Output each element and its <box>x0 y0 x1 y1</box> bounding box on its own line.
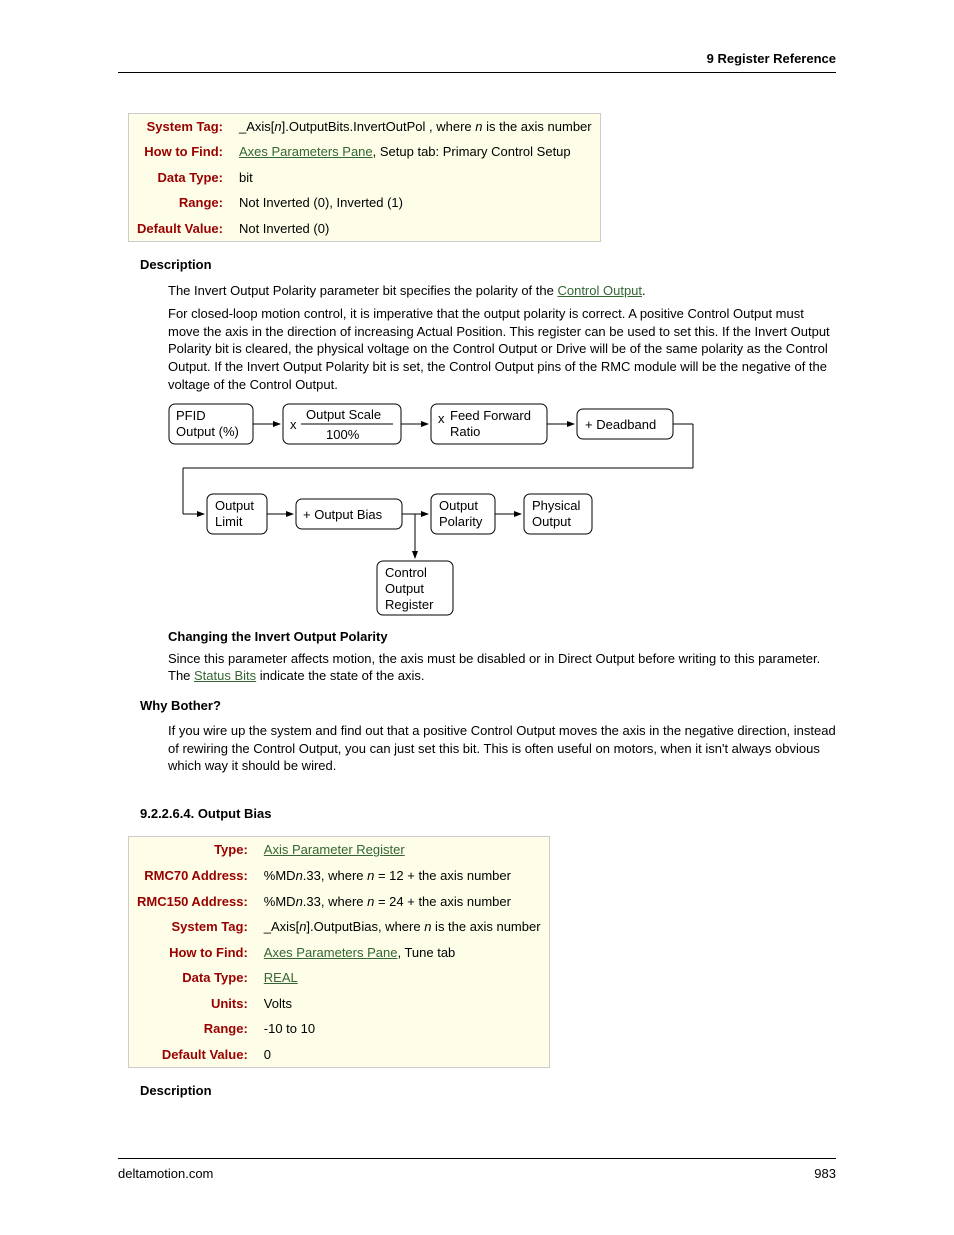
page-header-chapter: 9 Register Reference <box>118 50 836 72</box>
info-label: How to Find: <box>129 940 256 966</box>
info-table-output-bias: Type:Axis Parameter RegisterRMC70 Addres… <box>128 836 550 1068</box>
paragraph-polarity-intro: The Invert Output Polarity parameter bit… <box>168 282 836 300</box>
info-label: Default Value: <box>129 216 231 242</box>
diagram-creg-l2: Output <box>385 581 424 596</box>
info-label: Units: <box>129 991 256 1017</box>
info-row: RMC150 Address:%MDn.33, where n = 24 + t… <box>129 889 550 915</box>
info-value: bit <box>231 165 600 191</box>
info-label: System Tag: <box>129 113 231 139</box>
header-rule <box>118 72 836 73</box>
changing-paragraph: Since this parameter affects motion, the… <box>168 650 836 685</box>
info-value: REAL <box>256 965 549 991</box>
info-label: How to Find: <box>129 139 231 165</box>
diagram-phys-l2: Output <box>532 514 571 529</box>
info-label: Default Value: <box>129 1042 256 1068</box>
diagram-opolar-l2: Polarity <box>439 514 483 529</box>
diagram-pfid-l2: Output (%) <box>176 424 239 439</box>
info-value: Axes Parameters Pane, Tune tab <box>256 940 549 966</box>
info-label: Range: <box>129 190 231 216</box>
info-value: 0 <box>256 1042 549 1068</box>
diagram-frac-top: Output Scale <box>306 407 381 422</box>
info-label: Range: <box>129 1016 256 1042</box>
info-row: Type:Axis Parameter Register <box>129 837 550 863</box>
footer-right: 983 <box>814 1165 836 1183</box>
info-row: Default Value:Not Inverted (0) <box>129 216 601 242</box>
why-bother-heading: Why Bother? <box>140 697 836 715</box>
info-label: Type: <box>129 837 256 863</box>
signal-flow-diagram: PFID Output (%) x Output Scale 100% x Fe… <box>168 403 836 618</box>
footer-left: deltamotion.com <box>118 1165 213 1183</box>
section-number-output-bias: 9.2.2.6.4. Output Bias <box>140 805 836 823</box>
changing-heading: Changing the Invert Output Polarity <box>168 628 836 646</box>
info-row: Units:Volts <box>129 991 550 1017</box>
info-label: System Tag: <box>129 914 256 940</box>
page-footer: deltamotion.com 983 <box>118 1158 836 1183</box>
info-value: %MDn.33, where n = 24 + the axis number <box>256 889 549 915</box>
diagram-mult1: x <box>290 417 297 432</box>
diagram-creg-l1: Control <box>385 565 427 580</box>
info-row: RMC70 Address:%MDn.33, where n = 12 + th… <box>129 863 550 889</box>
description-heading-1: Description <box>140 256 836 274</box>
info-value: %MDn.33, where n = 12 + the axis number <box>256 863 549 889</box>
info-row: Data Type:bit <box>129 165 601 191</box>
diagram-creg-l3: Register <box>385 597 434 612</box>
info-table-invert-output: System Tag:_Axis[n].OutputBits.InvertOut… <box>128 113 601 243</box>
info-value: Axis Parameter Register <box>256 837 549 863</box>
diagram-pfid-l1: PFID <box>176 408 206 423</box>
diagram-opolar-l1: Output <box>439 498 478 513</box>
info-row: Range:-10 to 10 <box>129 1016 550 1042</box>
info-value: Not Inverted (0), Inverted (1) <box>231 190 600 216</box>
info-value: Axes Parameters Pane, Setup tab: Primary… <box>231 139 600 165</box>
info-label: RMC70 Address: <box>129 863 256 889</box>
why-bother-paragraph: If you wire up the system and find out t… <box>168 722 836 775</box>
description-heading-2: Description <box>140 1082 836 1100</box>
diagram-frac-bot: 100% <box>326 427 360 442</box>
info-label: Data Type: <box>129 965 256 991</box>
info-label: Data Type: <box>129 165 231 191</box>
info-label: RMC150 Address: <box>129 889 256 915</box>
paragraph-polarity-detail: For closed-loop motion control, it is im… <box>168 305 836 393</box>
diagram-mult2: x <box>438 411 445 426</box>
info-value: Volts <box>256 991 549 1017</box>
info-row: System Tag:_Axis[n].OutputBias, where n … <box>129 914 550 940</box>
info-row: Default Value:0 <box>129 1042 550 1068</box>
diagram-phys-l1: Physical <box>532 498 581 513</box>
diagram-deadband: + Deadband <box>585 417 656 432</box>
info-row: How to Find:Axes Parameters Pane, Tune t… <box>129 940 550 966</box>
diagram-ffr-l1: Feed Forward <box>450 408 531 423</box>
diagram-ffr-l2: Ratio <box>450 424 480 439</box>
info-value: -10 to 10 <box>256 1016 549 1042</box>
info-value: _Axis[n].OutputBias, where n is the axis… <box>256 914 549 940</box>
info-value: _Axis[n].OutputBits.InvertOutPol , where… <box>231 113 600 139</box>
info-row: System Tag:_Axis[n].OutputBits.InvertOut… <box>129 113 601 139</box>
diagram-obias: + Output Bias <box>303 507 383 522</box>
info-row: Range:Not Inverted (0), Inverted (1) <box>129 190 601 216</box>
info-value: Not Inverted (0) <box>231 216 600 242</box>
info-row: How to Find:Axes Parameters Pane, Setup … <box>129 139 601 165</box>
info-row: Data Type:REAL <box>129 965 550 991</box>
diagram-olimit-l2: Limit <box>215 514 243 529</box>
diagram-olimit-l1: Output <box>215 498 254 513</box>
